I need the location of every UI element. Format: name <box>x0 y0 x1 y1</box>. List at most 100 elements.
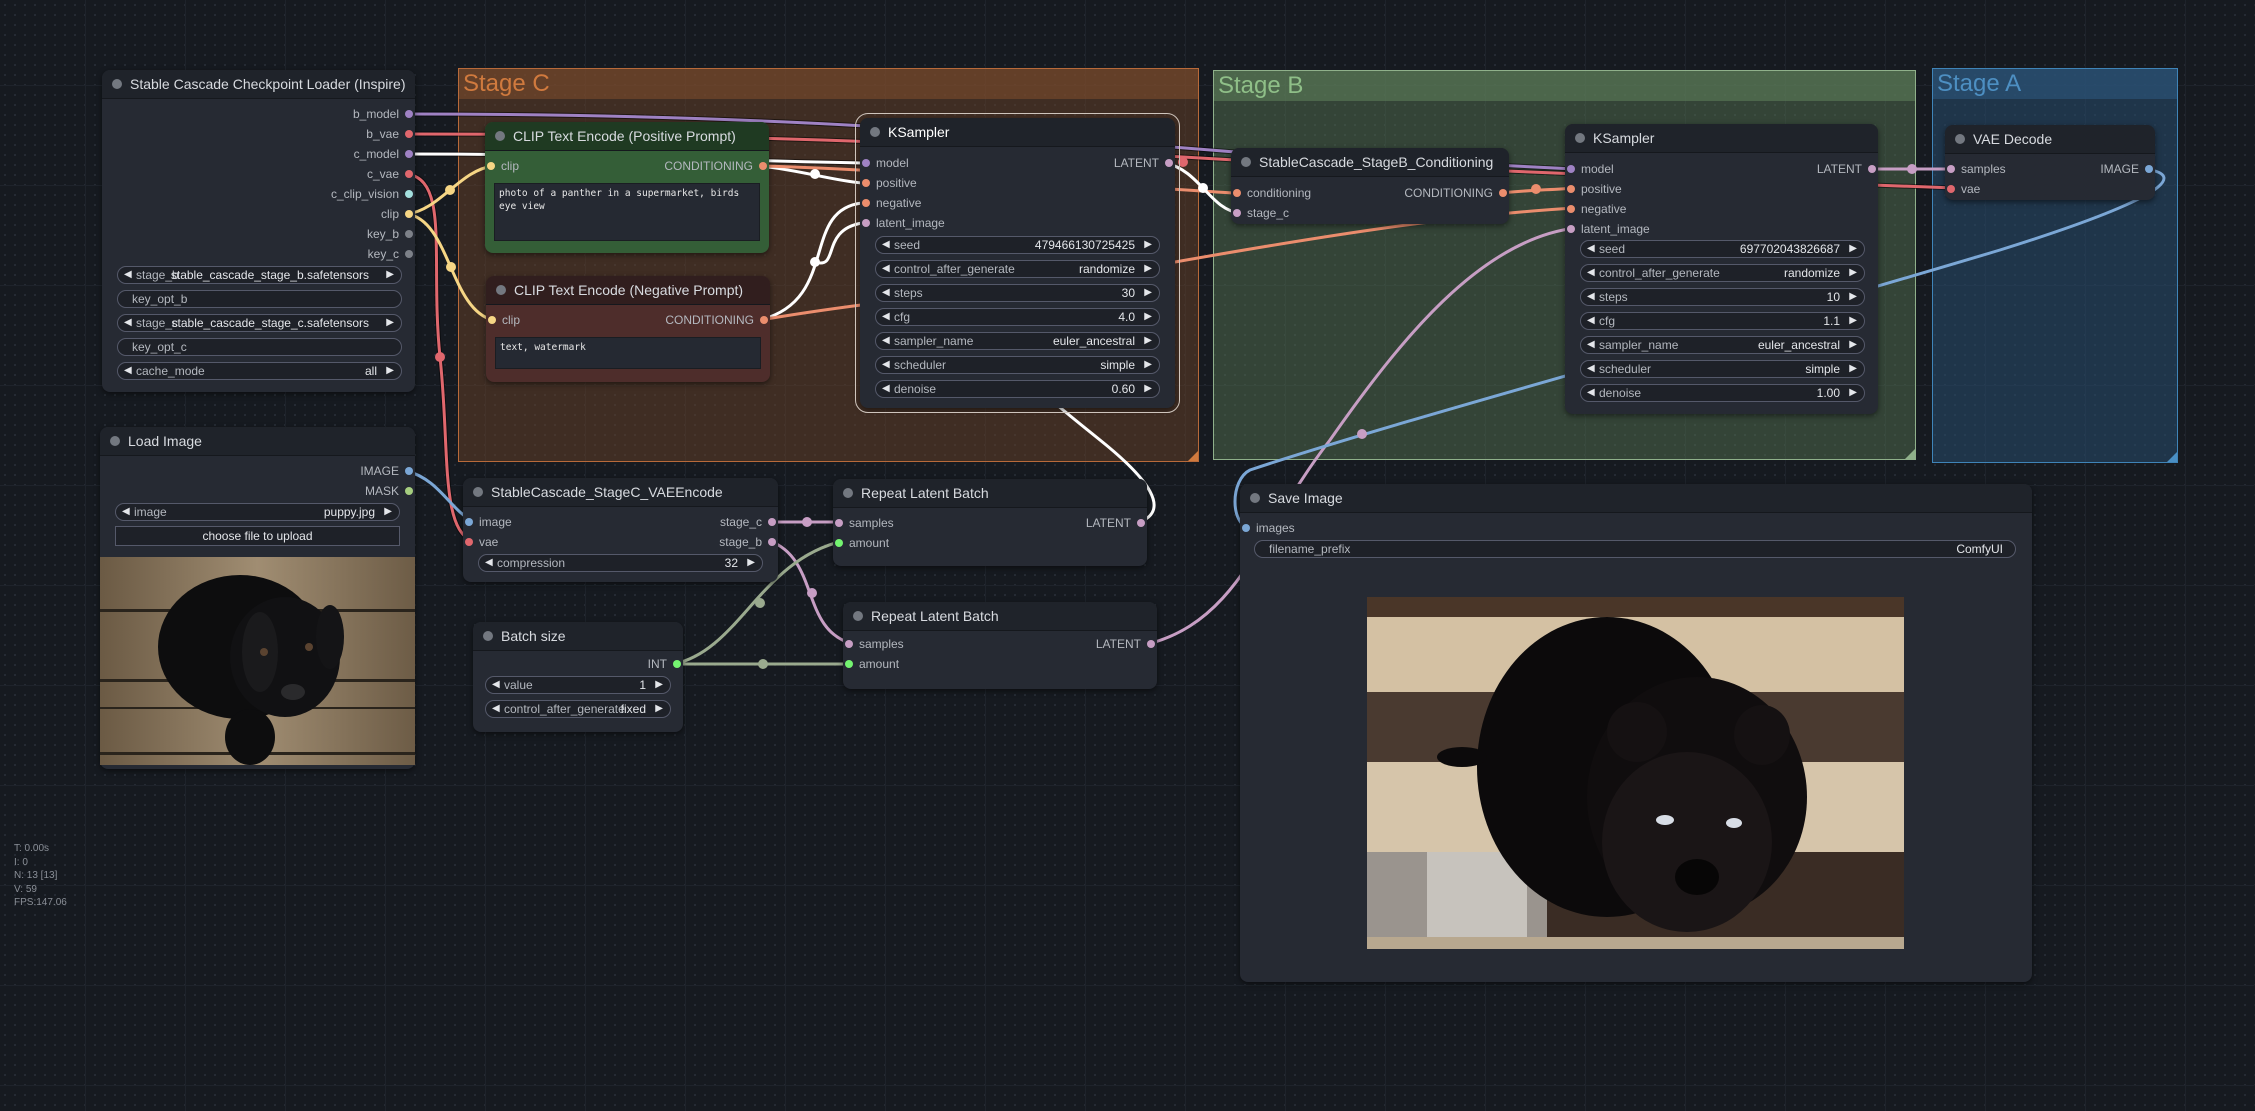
input-conditioning[interactable]: conditioning <box>1231 185 1311 201</box>
slot-pin-icon[interactable] <box>487 162 495 170</box>
increment-arrow-icon[interactable]: ▶ <box>1144 309 1152 325</box>
image-combo[interactable]: ◀ image puppy.jpg ▶ <box>115 503 400 521</box>
decrement-arrow-icon[interactable]: ◀ <box>1587 361 1595 377</box>
node-title[interactable]: CLIP Text Encode (Negative Prompt) <box>486 276 770 305</box>
output-c-clip-vision[interactable]: c_clip_vision <box>331 186 415 202</box>
steps-input[interactable]: ◀ steps 30 ▶ <box>875 284 1160 302</box>
node-title[interactable]: Repeat Latent Batch <box>843 602 1157 631</box>
increment-arrow-icon[interactable]: ▶ <box>386 363 394 379</box>
upload-button[interactable]: choose file to upload <box>115 526 400 546</box>
output-key-b[interactable]: key_b <box>367 226 415 242</box>
output-latent[interactable]: LATENT <box>1114 155 1175 171</box>
output-conditioning[interactable]: CONDITIONING <box>665 312 770 328</box>
input-model[interactable]: model <box>1565 161 1614 177</box>
stage-c-combo[interactable]: ◀ stage_c stable_cascade_stage_c.safeten… <box>117 314 402 332</box>
input-model[interactable]: model <box>860 155 909 171</box>
stage-b-combo[interactable]: ◀ stage_b stable_cascade_stage_b.safeten… <box>117 266 402 284</box>
input-vae[interactable]: vae <box>1945 181 1980 197</box>
slot-pin-icon[interactable] <box>1868 165 1876 173</box>
output-image[interactable]: IMAGE <box>2100 161 2155 177</box>
slot-pin-icon[interactable] <box>768 518 776 526</box>
node-clip-negative[interactable]: CLIP Text Encode (Negative Prompt) clip … <box>486 276 770 382</box>
slot-pin-icon[interactable] <box>862 179 870 187</box>
increment-arrow-icon[interactable]: ▶ <box>1849 361 1857 377</box>
output-image-preview[interactable] <box>1367 597 1904 949</box>
node-repeat-latent-batch-2[interactable]: Repeat Latent Batch samples amount LATEN… <box>843 602 1157 689</box>
slot-pin-icon[interactable] <box>405 170 413 178</box>
slot-pin-icon[interactable] <box>1233 209 1241 217</box>
slot-pin-icon[interactable] <box>1947 185 1955 193</box>
decrement-arrow-icon[interactable]: ◀ <box>882 285 890 301</box>
cfg-input[interactable]: ◀ cfg 4.0 ▶ <box>875 308 1160 326</box>
increment-arrow-icon[interactable]: ▶ <box>1849 241 1857 257</box>
slot-pin-icon[interactable] <box>1567 205 1575 213</box>
slot-pin-icon[interactable] <box>1242 524 1250 532</box>
decrement-arrow-icon[interactable]: ◀ <box>124 267 132 283</box>
slot-pin-icon[interactable] <box>405 210 413 218</box>
slot-pin-icon[interactable] <box>465 538 473 546</box>
decrement-arrow-icon[interactable]: ◀ <box>1587 289 1595 305</box>
node-title[interactable]: StableCascade_StageB_Conditioning <box>1231 148 1509 177</box>
key-opt-c-field[interactable]: key_opt_c <box>117 338 402 356</box>
decrement-arrow-icon[interactable]: ◀ <box>882 237 890 253</box>
collapse-dot-icon[interactable] <box>843 488 853 498</box>
slot-pin-icon[interactable] <box>759 162 767 170</box>
input-clip[interactable]: clip <box>485 158 519 174</box>
slot-pin-icon[interactable] <box>465 518 473 526</box>
slot-pin-icon[interactable] <box>845 640 853 648</box>
input-vae[interactable]: vae <box>463 534 498 550</box>
output-latent[interactable]: LATENT <box>1817 161 1878 177</box>
decrement-arrow-icon[interactable]: ◀ <box>882 309 890 325</box>
slot-pin-icon[interactable] <box>862 219 870 227</box>
output-mask[interactable]: MASK <box>365 483 415 499</box>
increment-arrow-icon[interactable]: ▶ <box>655 701 663 717</box>
seed-input[interactable]: ◀ seed 697702043826687 ▶ <box>1580 240 1865 258</box>
input-amount[interactable]: amount <box>843 656 899 672</box>
collapse-dot-icon[interactable] <box>870 127 880 137</box>
increment-arrow-icon[interactable]: ▶ <box>1144 261 1152 277</box>
slot-pin-icon[interactable] <box>862 159 870 167</box>
cache-mode-combo[interactable]: ◀ cache_mode all ▶ <box>117 362 402 380</box>
input-samples[interactable]: samples <box>843 636 904 652</box>
input-samples[interactable]: samples <box>833 515 894 531</box>
output-stage-c[interactable]: stage_c <box>720 514 778 530</box>
node-title[interactable]: KSampler <box>860 118 1175 147</box>
decrement-arrow-icon[interactable]: ◀ <box>882 261 890 277</box>
sampler-name-combo[interactable]: ◀ sampler_name euler_ancestral ▶ <box>1580 336 1865 354</box>
key-opt-b-field[interactable]: key_opt_b <box>117 290 402 308</box>
slot-pin-icon[interactable] <box>1233 189 1241 197</box>
slot-pin-icon[interactable] <box>488 316 496 324</box>
input-amount[interactable]: amount <box>833 535 889 551</box>
slot-pin-icon[interactable] <box>862 199 870 207</box>
node-checkpoint-loader[interactable]: Stable Cascade Checkpoint Loader (Inspir… <box>102 70 415 392</box>
negative-prompt-textarea[interactable]: text, watermark <box>495 337 761 369</box>
decrement-arrow-icon[interactable]: ◀ <box>124 315 132 331</box>
node-title[interactable]: Stable Cascade Checkpoint Loader (Inspir… <box>102 70 415 99</box>
decrement-arrow-icon[interactable]: ◀ <box>1587 385 1595 401</box>
input-positive[interactable]: positive <box>1565 181 1622 197</box>
input-image[interactable]: image <box>463 514 512 530</box>
scheduler-combo[interactable]: ◀ scheduler simple ▶ <box>1580 360 1865 378</box>
slot-pin-icon[interactable] <box>405 110 413 118</box>
node-title[interactable]: StableCascade_StageC_VAEEncode <box>463 478 778 507</box>
node-ksampler-stage-b[interactable]: KSampler model positive negative latent_… <box>1565 124 1878 414</box>
increment-arrow-icon[interactable]: ▶ <box>386 267 394 283</box>
input-negative[interactable]: negative <box>1565 201 1626 217</box>
slot-pin-icon[interactable] <box>1567 185 1575 193</box>
decrement-arrow-icon[interactable]: ◀ <box>124 363 132 379</box>
increment-arrow-icon[interactable]: ▶ <box>1849 313 1857 329</box>
slot-pin-icon[interactable] <box>405 250 413 258</box>
output-image[interactable]: IMAGE <box>360 463 415 479</box>
decrement-arrow-icon[interactable]: ◀ <box>882 333 890 349</box>
decrement-arrow-icon[interactable]: ◀ <box>1587 241 1595 257</box>
steps-input[interactable]: ◀ steps 10 ▶ <box>1580 288 1865 306</box>
denoise-input[interactable]: ◀ denoise 1.00 ▶ <box>1580 384 1865 402</box>
slot-pin-icon[interactable] <box>768 538 776 546</box>
collapse-dot-icon[interactable] <box>495 131 505 141</box>
increment-arrow-icon[interactable]: ▶ <box>747 555 755 571</box>
increment-arrow-icon[interactable]: ▶ <box>1849 265 1857 281</box>
node-save-image[interactable]: Save Image images filename_prefix ComfyUI <box>1240 484 2032 982</box>
output-latent[interactable]: LATENT <box>1086 515 1147 531</box>
collapse-dot-icon[interactable] <box>496 285 506 295</box>
increment-arrow-icon[interactable]: ▶ <box>1144 333 1152 349</box>
